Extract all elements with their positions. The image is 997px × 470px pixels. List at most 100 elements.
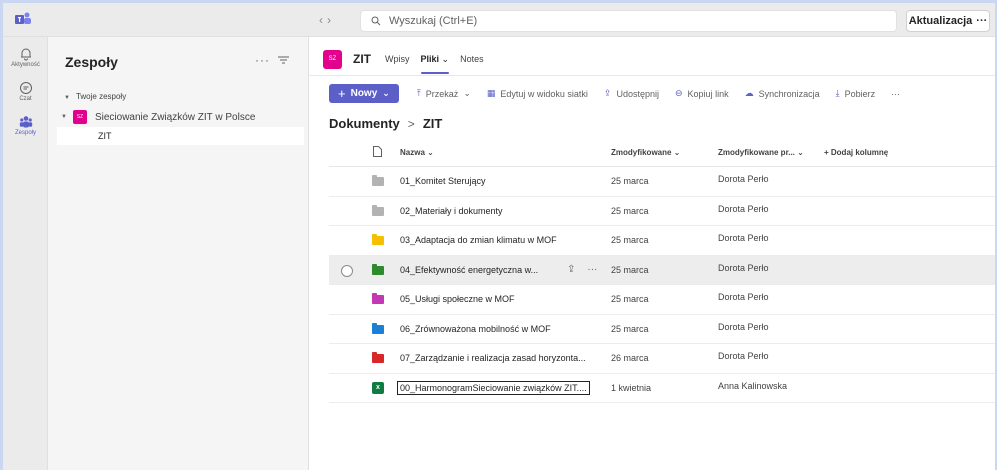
share-label: Udostępnij xyxy=(616,88,659,99)
table-row[interactable]: 01_Komitet Sterujący 25 marca Dorota Perło xyxy=(329,167,995,197)
new-label: Nowy xyxy=(350,88,378,99)
header-modified-by[interactable]: Zmodyfikowane pr... ⌄ xyxy=(718,148,804,157)
more-commands-button[interactable]: ··· xyxy=(891,89,900,99)
table-row[interactable]: 02_Materiały i dokumenty 25 marca Dorota P… xyxy=(329,197,995,226)
teams-icon xyxy=(19,116,32,128)
history-navigation: ‹› xyxy=(319,13,335,27)
row-actions: ⇪ ··· xyxy=(567,264,597,275)
caret-down-icon: ▼ xyxy=(64,95,70,101)
file-name-link[interactable]: 03_Adaptacja do zmian klimatu w MOF xyxy=(400,235,557,245)
section-your-teams[interactable]: ▼ Twoje zespoły xyxy=(64,92,126,101)
file-type-icon[interactable] xyxy=(373,146,382,157)
rail-item-activity[interactable]: Aktywność xyxy=(3,47,48,68)
breadcrumb: Dokumenty > ZIT xyxy=(329,116,442,131)
more-icon[interactable]: ··· xyxy=(587,264,597,275)
forward-button[interactable]: ⤒ Przekaż ⌄ xyxy=(417,88,471,99)
copy-link-button[interactable]: ⊖ Kopiuj link xyxy=(675,88,729,99)
modified-date: 25 marca xyxy=(611,235,649,245)
back-arrow-icon[interactable]: ‹ xyxy=(319,13,327,27)
search-input[interactable]: Wyszukaj (Ctrl+E) xyxy=(360,10,897,32)
file-name-link[interactable]: 06_Zrównoważona mobilność w MOF xyxy=(400,324,551,334)
edit-grid-label: Edytuj w widoku siatki xyxy=(500,88,588,99)
tab-files[interactable]: Pliki ⌄ xyxy=(420,54,449,74)
rail-item-chat[interactable]: Czat xyxy=(3,81,48,102)
title-bar: ‹› Wyszukaj (Ctrl+E) Aktualizacja ··· xyxy=(3,3,995,37)
team-item[interactable]: ▼ SZ Sieciowanie Związków ZIT w Polsce xyxy=(61,109,255,125)
table-row[interactable]: x 00_HarmonogramSieciowanie związków ZIT.… xyxy=(329,374,995,403)
modified-by: Dorota Perło xyxy=(718,174,769,184)
table-row[interactable]: 03_Adaptacja do zmian klimatu w MOF 25 ma… xyxy=(329,226,995,256)
main-content: SZ ZIT Wpisy Pliki ⌄ Notes + Nowy ⌄ ⤒ Pr… xyxy=(309,37,995,470)
file-name-link[interactable]: 02_Materiały i dokumenty xyxy=(400,206,503,216)
grid-icon: ▦ xyxy=(486,88,496,98)
file-name-link[interactable]: 00_HarmonogramSieciowanie związków ZIT..… xyxy=(397,380,590,395)
table-row[interactable]: 05_Usługi społeczne w MOF 25 marca Dorota … xyxy=(329,285,995,315)
cloud-sync-icon: ☁ xyxy=(744,88,754,98)
file-name-link[interactable]: 04_Efektywność energetyczna w... xyxy=(400,265,538,275)
table-row[interactable]: 06_Zrównoważona mobilność w MOF 25 marca D… xyxy=(329,315,995,344)
panel-title: Zespoły xyxy=(65,54,118,70)
share-button[interactable]: ⇪ Udostępnij xyxy=(604,88,659,99)
folder-icon xyxy=(372,204,384,216)
header-name[interactable]: Nazwa ⌄ xyxy=(400,148,434,157)
edit-grid-button[interactable]: ▦ Edytuj w widoku siatki xyxy=(487,88,588,99)
modified-date: 26 marca xyxy=(611,353,649,363)
files-table: Nazwa ⌄ Zmodyfikowane ⌄ Zmodyfikowane pr… xyxy=(329,137,995,403)
copy-link-label: Kopiuj link xyxy=(687,88,729,99)
table-row[interactable]: 04_Efektywność energetyczna w... ⇪ ··· 25 m… xyxy=(329,255,995,285)
modified-by: Anna Kalinowska xyxy=(718,380,788,391)
tab-posts[interactable]: Wpisy xyxy=(385,54,410,64)
bell-icon xyxy=(20,48,31,61)
team-avatar: SZ xyxy=(72,110,87,124)
share-icon[interactable]: ⇪ xyxy=(567,264,575,275)
forward-arrow-icon[interactable]: › xyxy=(327,13,335,27)
teams-window: ‹› Wyszukaj (Ctrl+E) Aktualizacja ··· Ak… xyxy=(3,3,995,470)
channel-item-zit[interactable]: ZIT xyxy=(57,127,304,145)
breadcrumb-root[interactable]: Dokumenty xyxy=(329,116,400,131)
folder-icon xyxy=(372,234,384,245)
new-button[interactable]: + Nowy ⌄ xyxy=(329,84,399,103)
plus-icon: + xyxy=(338,86,346,101)
row-select-radio[interactable] xyxy=(341,264,353,277)
download-button[interactable]: ⤓ Pobierz xyxy=(836,88,876,99)
channel-title: ZIT xyxy=(353,52,371,66)
tab-notes[interactable]: Notes xyxy=(460,54,484,64)
update-button[interactable]: Aktualizacja ··· xyxy=(906,10,990,32)
file-name-link[interactable]: 07_Zarządzanie i realizacja zasad horyzo… xyxy=(400,353,586,363)
channel-header: SZ ZIT Wpisy Pliki ⌄ Notes xyxy=(323,49,495,74)
tab-divider xyxy=(309,75,995,76)
rail-item-teams[interactable]: Zespoły xyxy=(3,115,48,136)
more-options-icon[interactable]: ··· xyxy=(255,53,270,67)
rail-label-activity: Aktywność xyxy=(11,62,40,68)
rail-label-chat: Czat xyxy=(19,96,32,102)
share-icon: ⇪ xyxy=(603,88,612,98)
table-row[interactable]: 07_Zarządzanie i realizacja zasad horyzo… xyxy=(329,344,995,374)
file-name-link[interactable]: 01_Komitet Sterujący xyxy=(400,176,486,186)
folder-icon xyxy=(372,175,384,186)
chevron-down-icon: ⌄ xyxy=(382,88,390,98)
add-column-button[interactable]: + Dodaj kolumnę xyxy=(824,148,888,157)
rail-label-teams: Zespoły xyxy=(14,130,36,136)
modified-date: 25 marca xyxy=(611,294,649,304)
update-label: Aktualizacja xyxy=(908,15,973,27)
app-rail: Aktywność Czat Zespoły xyxy=(3,37,48,470)
forward-label: Przekaż xyxy=(425,88,459,99)
folder-icon xyxy=(372,263,384,275)
folder-icon xyxy=(372,322,384,334)
folder-icon xyxy=(372,293,384,304)
header-modified[interactable]: Zmodyfikowane ⌄ xyxy=(611,148,680,157)
sync-button[interactable]: ☁ Synchronizacja xyxy=(745,88,820,99)
modified-by: Dorota Perło xyxy=(718,321,769,332)
modified-date: 25 marca xyxy=(611,323,649,334)
folder-icon xyxy=(372,352,384,363)
breadcrumb-separator: > xyxy=(407,116,415,131)
filter-icon[interactable] xyxy=(278,56,289,64)
download-label: Pobierz xyxy=(844,88,876,99)
search-icon xyxy=(371,16,381,26)
command-bar: + Nowy ⌄ ⤒ Przekaż ⌄ ▦ Edytuj w widoku s… xyxy=(329,84,916,103)
chevron-down-icon: ⌄ xyxy=(463,88,471,98)
chat-icon xyxy=(19,82,32,94)
excel-file-icon: x xyxy=(372,381,384,394)
file-name-link[interactable]: 05_Usługi społeczne w MOF xyxy=(400,294,515,304)
breadcrumb-current: ZIT xyxy=(422,116,443,131)
